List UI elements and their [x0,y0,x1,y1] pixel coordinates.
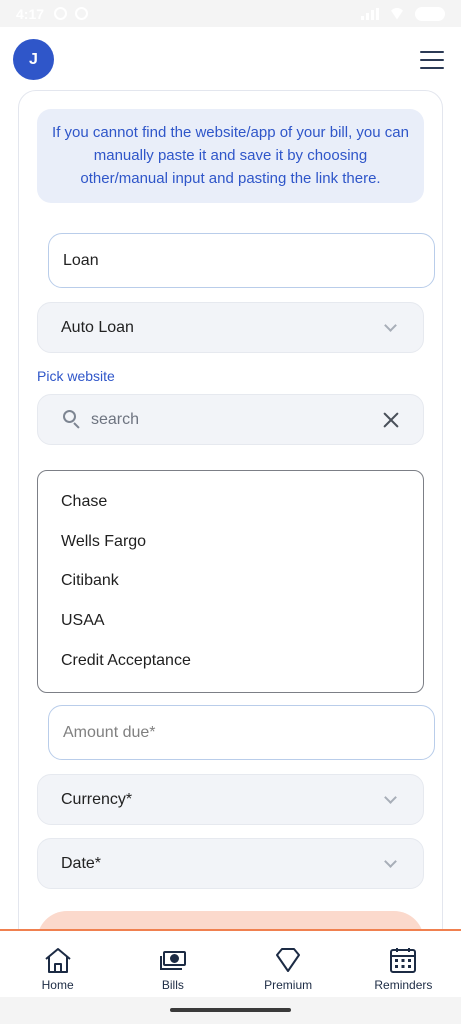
currency-label: Currency* [61,790,133,808]
close-icon[interactable] [382,411,400,429]
calendar-icon [390,948,417,973]
tab-home-label: Home [41,978,74,992]
info-message: If you cannot find the website/app of yo… [37,109,424,203]
money-icon [159,951,186,970]
tab-home[interactable]: Home [0,931,115,997]
tab-bills-label: Bills [161,978,184,992]
date-select[interactable]: Date* [37,838,424,889]
tab-reminders-label: Reminders [374,978,433,992]
tab-premium[interactable]: Premium [231,931,346,997]
search-placeholder: search [91,411,140,428]
bottom-tab-bar: Home Bills Premium Reminders [0,929,461,997]
app-header: J [0,27,461,91]
home-indicator[interactable] [170,1008,291,1012]
list-item-credit-acceptance[interactable]: Credit Acceptance [38,641,423,681]
list-item-wells-fargo[interactable]: Wells Fargo [38,522,423,562]
bill-name-input[interactable]: Loan [48,233,435,288]
list-item-chase[interactable]: Chase [38,482,423,522]
search-icon [63,410,81,429]
avatar-initial: J [29,50,38,68]
status-time: 4:17 [16,5,45,22]
dnd-icon [75,7,89,20]
date-label: Date* [61,854,102,872]
status-right [361,6,445,21]
amount-due-input[interactable]: Amount due* [48,705,435,760]
amount-due-placeholder: Amount due* [63,723,156,741]
diamond-icon [276,948,301,972]
chevron-down-icon [384,319,397,332]
status-bar: 4:17 [0,0,461,27]
wifi-icon [389,7,405,20]
bill-name-value: Loan [63,251,99,269]
tab-reminders[interactable]: Reminders [346,931,461,997]
website-search-input[interactable]: search [37,394,424,445]
currency-select[interactable]: Currency* [37,774,424,825]
signal-icon [361,7,379,20]
list-item-usaa[interactable]: USAA [38,601,423,641]
pick-website-label: Pick website [37,368,115,384]
chevron-down-icon [384,855,397,868]
website-list: Chase Wells Fargo Citibank USAA Credit A… [37,470,424,693]
tab-premium-label: Premium [264,978,313,992]
hamburger-menu-icon[interactable] [420,51,444,69]
tab-bills[interactable]: Bills [115,931,230,997]
home-icon [44,948,71,973]
category-value: Auto Loan [61,318,134,336]
battery-icon [415,6,445,21]
notification-icon [54,7,68,20]
list-item-citibank[interactable]: Citibank [38,562,423,602]
avatar[interactable]: J [13,39,54,80]
category-select[interactable]: Auto Loan [37,302,424,353]
chevron-down-icon [384,791,397,804]
